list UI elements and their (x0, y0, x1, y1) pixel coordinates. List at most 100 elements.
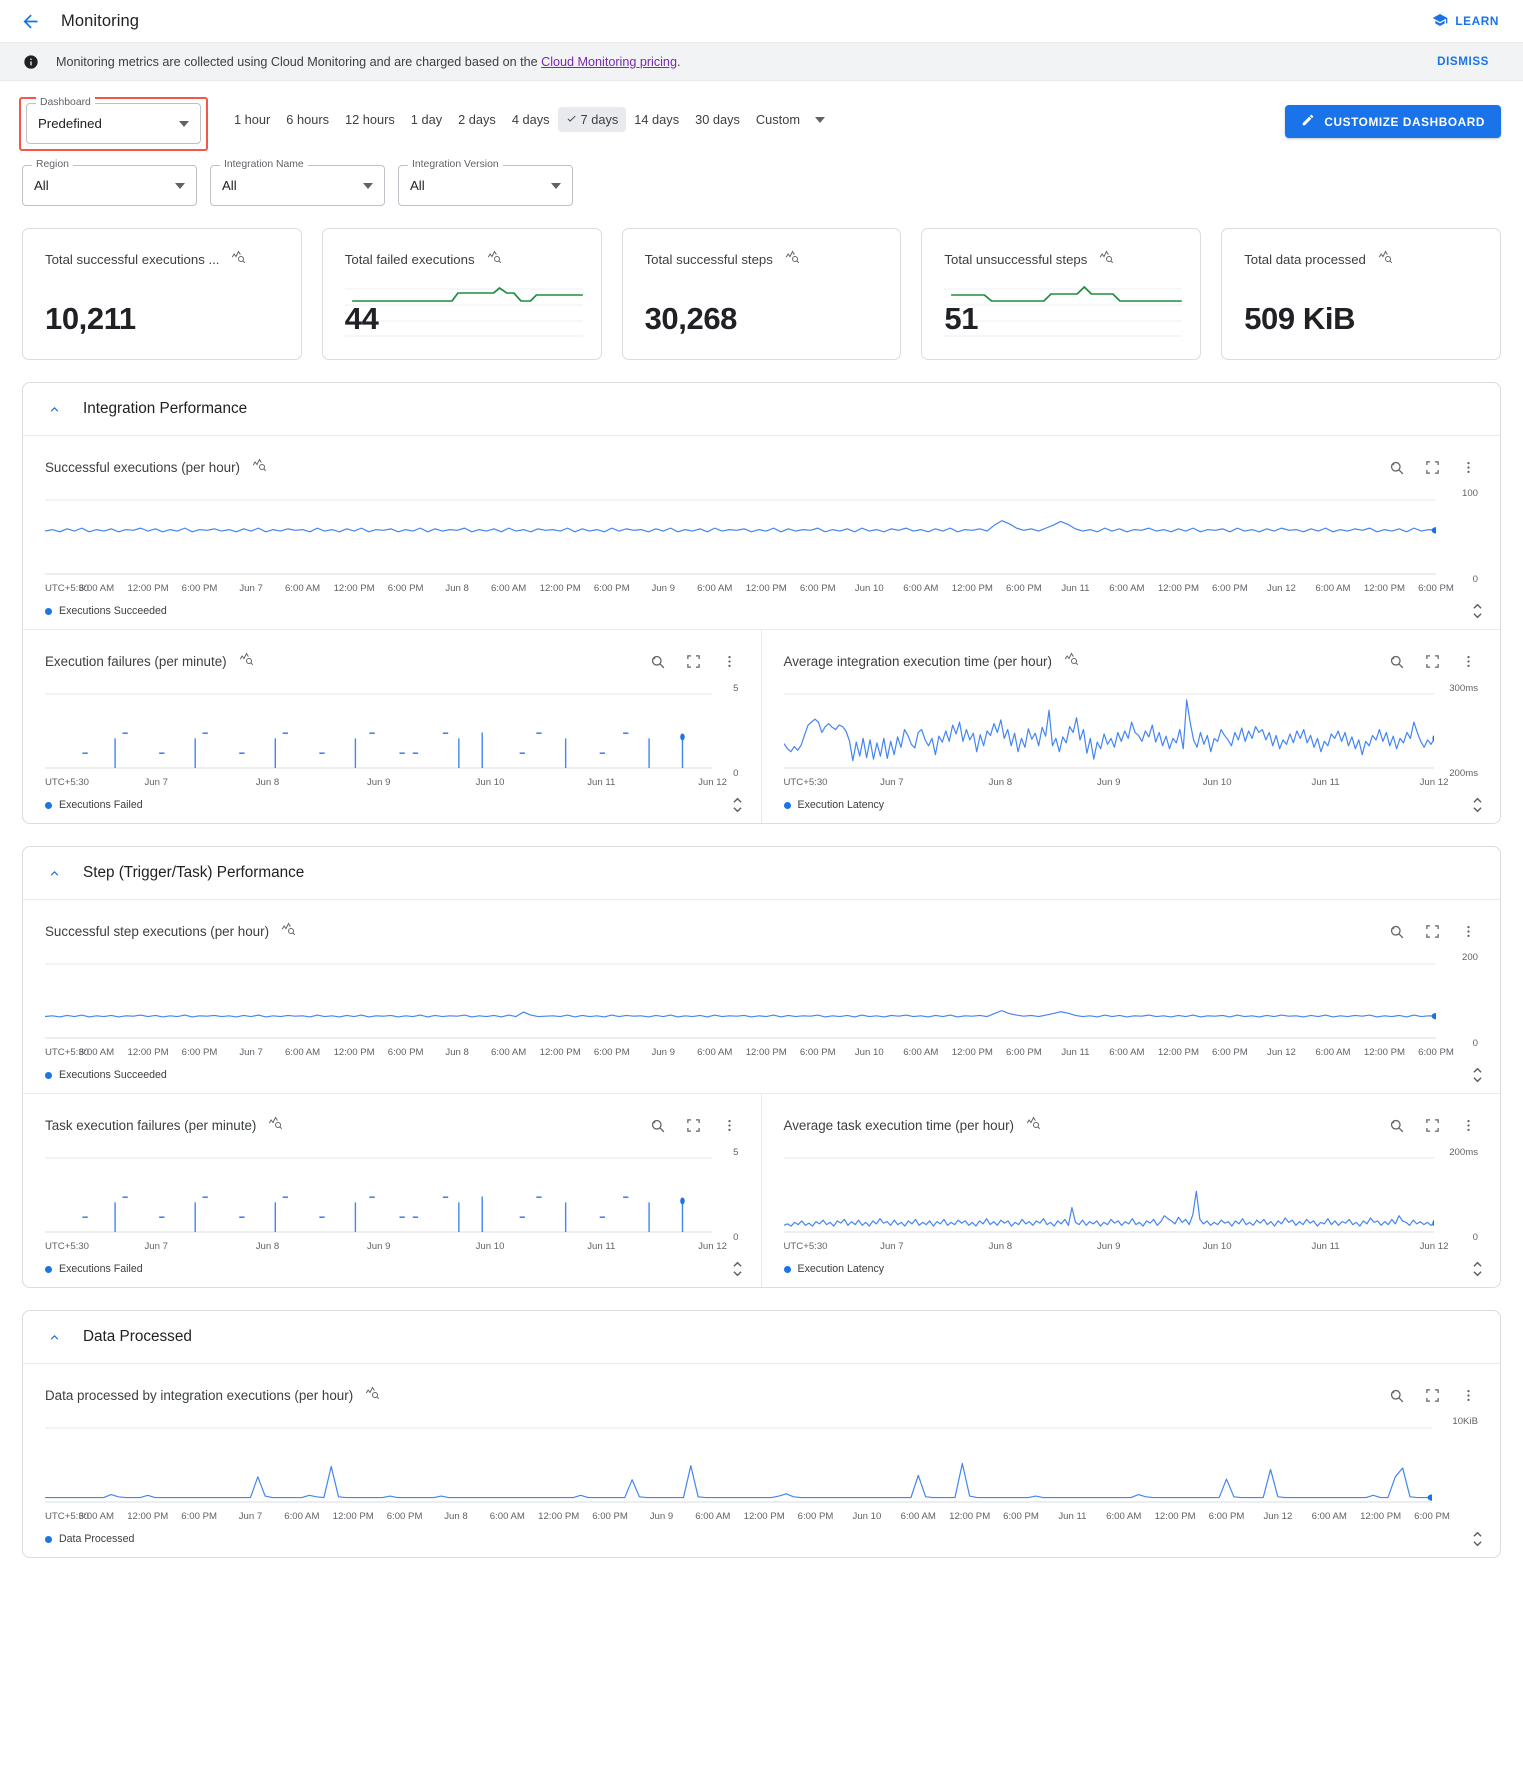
x-axis-tick-label: 6:00 AM (79, 1047, 114, 1058)
section-title: Integration Performance (83, 400, 247, 418)
time-range-14-days[interactable]: 14 days (626, 107, 687, 132)
fullscreen-icon[interactable] (1423, 1116, 1442, 1135)
learn-button[interactable]: LEARN (1426, 7, 1505, 36)
more-vert-icon[interactable] (1459, 652, 1478, 671)
scorecard-header: Total failed executions (345, 249, 579, 269)
resize-vertical-icon[interactable] (731, 1259, 745, 1279)
x-axis-tick-label: Jun 11 (1061, 583, 1089, 594)
plot-area[interactable]: 5 0 (45, 1152, 739, 1240)
fullscreen-icon[interactable] (684, 652, 703, 671)
integration-version-filter[interactable]: Integration Version All (398, 165, 573, 206)
reset-zoom-icon[interactable] (648, 652, 667, 671)
x-axis-tick-label: Jun 10 (1203, 777, 1232, 788)
metrics-explorer-icon[interactable] (1064, 651, 1079, 671)
reset-zoom-icon[interactable] (1387, 1386, 1406, 1405)
cloud-monitoring-pricing-link[interactable]: Cloud Monitoring pricing (541, 55, 677, 69)
scorecard-sparkline (345, 281, 583, 339)
plot-area[interactable]: 300ms 200ms (784, 688, 1479, 776)
metrics-explorer-icon[interactable] (268, 1115, 283, 1135)
metrics-explorer-icon[interactable] (231, 249, 246, 269)
resize-vertical-icon[interactable] (1470, 1259, 1484, 1279)
time-range-2-days[interactable]: 2 days (450, 107, 504, 132)
chart-title: Average integration execution time (per … (784, 654, 1052, 669)
x-axis-tick-label: 6:00 AM (1109, 583, 1144, 594)
time-range-12-hours[interactable]: 12 hours (337, 107, 403, 132)
y-axis-min-label: 0 (729, 1232, 738, 1243)
metrics-explorer-icon[interactable] (365, 1385, 380, 1405)
x-axis-tick-label: Jun 7 (880, 777, 903, 788)
section-data-processed: Data Processed Data processed by integra… (22, 1310, 1501, 1558)
resize-vertical-icon[interactable] (1470, 601, 1484, 621)
plot-area[interactable]: 200 0 (45, 958, 1478, 1046)
resize-vertical-icon[interactable] (731, 795, 745, 815)
x-axis-tick-label: 6:00 AM (695, 1511, 730, 1522)
more-vert-icon[interactable] (1459, 922, 1478, 941)
y-axis-max-label: 100 (1458, 488, 1478, 499)
line-chart-svg (45, 958, 1436, 1046)
time-range-30-days[interactable]: 30 days (687, 107, 748, 132)
time-range-6-hours[interactable]: 6 hours (278, 107, 337, 132)
x-axis-tick-label: 6:00 PM (594, 1047, 630, 1058)
integration-name-filter[interactable]: Integration Name All (210, 165, 385, 206)
x-axis-tick-label: Jun 9 (367, 777, 390, 788)
time-range-7-days[interactable]: 7 days (558, 107, 627, 132)
chevron-down-icon (551, 183, 561, 189)
dashboard-select[interactable]: Dashboard Predefined (26, 103, 201, 144)
more-vert-icon[interactable] (1459, 1116, 1478, 1135)
fullscreen-icon[interactable] (1423, 1386, 1442, 1405)
chevron-down-icon (179, 121, 189, 127)
reset-zoom-icon[interactable] (1387, 1116, 1406, 1135)
fullscreen-icon[interactable] (684, 1116, 703, 1135)
reset-zoom-icon[interactable] (648, 1116, 667, 1135)
metrics-explorer-icon[interactable] (785, 249, 800, 269)
dismiss-button[interactable]: DISMISS (1429, 49, 1497, 74)
customize-dashboard-button[interactable]: CUSTOMIZE DASHBOARD (1285, 105, 1501, 138)
resize-vertical-icon[interactable] (1470, 1065, 1484, 1085)
x-axis: UTC+5:30Jun 7Jun 8Jun 9Jun 10Jun 11Jun 1… (45, 777, 713, 793)
plot-area[interactable]: 200ms 0 (784, 1152, 1479, 1240)
x-axis-tick-label: 12:00 PM (952, 583, 993, 594)
fullscreen-icon[interactable] (1423, 652, 1442, 671)
arrow-back-icon[interactable] (18, 9, 42, 33)
metrics-explorer-icon[interactable] (281, 921, 296, 941)
resize-vertical-icon[interactable] (1470, 795, 1484, 815)
metrics-explorer-icon[interactable] (1026, 1115, 1041, 1135)
more-vert-icon[interactable] (1459, 1386, 1478, 1405)
x-axis-tick-label: Jun 12 (698, 777, 727, 788)
chart-card-data-processed: Data processed by integration executions… (23, 1364, 1500, 1557)
plot-area[interactable]: 100 0 (45, 494, 1478, 582)
more-vert-icon[interactable] (720, 652, 739, 671)
time-range-custom[interactable]: Custom (748, 107, 833, 132)
metrics-explorer-icon[interactable] (1378, 249, 1393, 269)
y-axis-max-label: 200 (1458, 952, 1478, 963)
more-vert-icon[interactable] (720, 1116, 739, 1135)
metrics-explorer-icon[interactable] (239, 651, 254, 671)
time-range-1-hour[interactable]: 1 hour (226, 107, 278, 132)
x-axis-tick-label: 6:00 PM (1414, 1511, 1450, 1522)
section-header-step-performance[interactable]: Step (Trigger/Task) Performance (23, 847, 1500, 900)
x-axis-tick-label: 6:00 AM (284, 1511, 319, 1522)
region-filter[interactable]: Region All (22, 165, 197, 206)
reset-zoom-icon[interactable] (1387, 652, 1406, 671)
section-header-data-processed[interactable]: Data Processed (23, 1311, 1500, 1364)
fullscreen-icon[interactable] (1423, 458, 1442, 477)
time-range-4-days[interactable]: 4 days (504, 107, 558, 132)
x-axis-tick-label: 6:00 AM (901, 1511, 936, 1522)
scorecard-title: Total successful steps (645, 252, 773, 267)
fullscreen-icon[interactable] (1423, 922, 1442, 941)
reset-zoom-icon[interactable] (1387, 922, 1406, 941)
more-vert-icon[interactable] (1459, 458, 1478, 477)
chart-actions (1387, 922, 1478, 941)
metrics-explorer-icon[interactable] (252, 457, 267, 477)
plot-area[interactable]: 5 0 (45, 688, 739, 776)
section-header-integration-performance[interactable]: Integration Performance (23, 383, 1500, 436)
reset-zoom-icon[interactable] (1387, 458, 1406, 477)
metrics-explorer-icon[interactable] (1099, 249, 1114, 269)
time-range-1-day[interactable]: 1 day (403, 107, 450, 132)
plot-area[interactable]: 10KiB (45, 1422, 1478, 1510)
metrics-explorer-icon[interactable] (487, 249, 502, 269)
x-axis-tick-label: 6:00 PM (1006, 1047, 1042, 1058)
x-axis-tick-label: 12:00 PM (949, 1511, 990, 1522)
x-axis-tick-label: Jun 8 (256, 1241, 279, 1252)
resize-vertical-icon[interactable] (1470, 1529, 1484, 1549)
